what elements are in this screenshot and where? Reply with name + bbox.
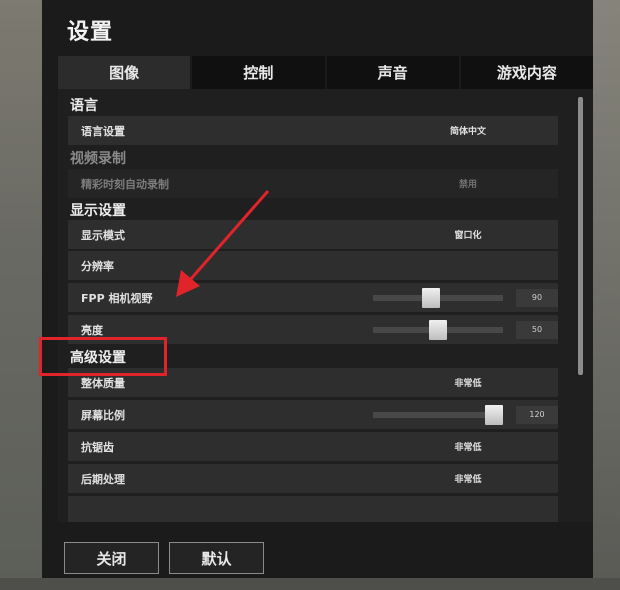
section-language: 语言 — [70, 98, 98, 114]
row-label: 屏幕比例 — [81, 409, 125, 422]
row-label: 整体质量 — [81, 377, 125, 390]
row-anti-aliasing[interactable]: 抗锯齿 非常低 — [68, 432, 558, 461]
background-right — [593, 0, 620, 590]
dropdown-value[interactable]: 简体中文 — [448, 124, 488, 137]
slider-track[interactable] — [373, 405, 503, 425]
dropdown-value[interactable]: 非常低 — [448, 376, 488, 389]
slider-handle[interactable] — [429, 320, 447, 340]
dropdown-value[interactable]: 窗口化 — [448, 228, 488, 241]
scrollbar-thumb[interactable] — [578, 97, 583, 375]
slider-track[interactable] — [373, 288, 503, 308]
dropdown-value[interactable]: 非常低 — [448, 472, 488, 485]
value-field[interactable]: 120 — [516, 406, 558, 424]
row-label: 精彩时刻自动录制 — [81, 178, 169, 191]
row-label: 语言设置 — [81, 125, 125, 138]
row-highlight-auto-record: 精彩时刻自动录制 禁用 — [68, 169, 558, 198]
background-left — [0, 0, 42, 590]
row-resolution[interactable]: 分辨率 — [68, 251, 558, 280]
row-label: 后期处理 — [81, 473, 125, 486]
annotation-highlight-box — [39, 337, 167, 376]
row-label: 显示模式 — [81, 229, 125, 242]
row-language-setting[interactable]: 语言设置 简体中文 — [68, 116, 558, 145]
dropdown-value[interactable]: 非常低 — [448, 440, 488, 453]
value-field[interactable]: 50 — [516, 321, 558, 339]
row-partial-next[interactable] — [68, 496, 558, 522]
row-label: 分辨率 — [81, 260, 114, 273]
section-display: 显示设置 — [70, 203, 126, 219]
background-bottom — [0, 578, 620, 590]
default-button[interactable]: 默认 — [169, 542, 264, 574]
row-display-mode[interactable]: 显示模式 窗口化 — [68, 220, 558, 249]
row-label: FPP 相机视野 — [81, 292, 153, 305]
row-screen-scale: 屏幕比例 120 — [68, 400, 558, 429]
slider-handle[interactable] — [422, 288, 441, 308]
dialog-title: 设置 — [67, 20, 114, 45]
close-button[interactable]: 关闭 — [64, 542, 159, 574]
row-post-processing[interactable]: 后期处理 非常低 — [68, 464, 558, 493]
settings-content: 语言 语言设置 简体中文 视频录制 精彩时刻自动录制 禁用 显示设置 显示模式 … — [58, 89, 593, 522]
tab-bar: 图像 控制 声音 游戏内容 — [58, 56, 593, 89]
dropdown-value: 禁用 — [458, 180, 477, 190]
tab-controls[interactable]: 控制 — [192, 56, 325, 89]
tab-sound[interactable]: 声音 — [326, 56, 459, 89]
tab-graphics[interactable]: 图像 — [58, 56, 191, 89]
row-fpp-camera-fov: FPP 相机视野 90 — [68, 283, 558, 312]
settings-dialog: 设置 图像 控制 声音 游戏内容 语言 语言设置 简体中文 视频录制 精彩时刻自… — [42, 0, 593, 578]
slider-track[interactable] — [373, 320, 503, 340]
section-video-recording: 视频录制 — [70, 151, 126, 167]
row-label: 亮度 — [81, 324, 103, 337]
tab-gameplay[interactable]: 游戏内容 — [460, 56, 593, 89]
value-field[interactable]: 90 — [516, 289, 558, 307]
row-label: 抗锯齿 — [81, 441, 114, 454]
slider-handle[interactable] — [485, 405, 503, 425]
